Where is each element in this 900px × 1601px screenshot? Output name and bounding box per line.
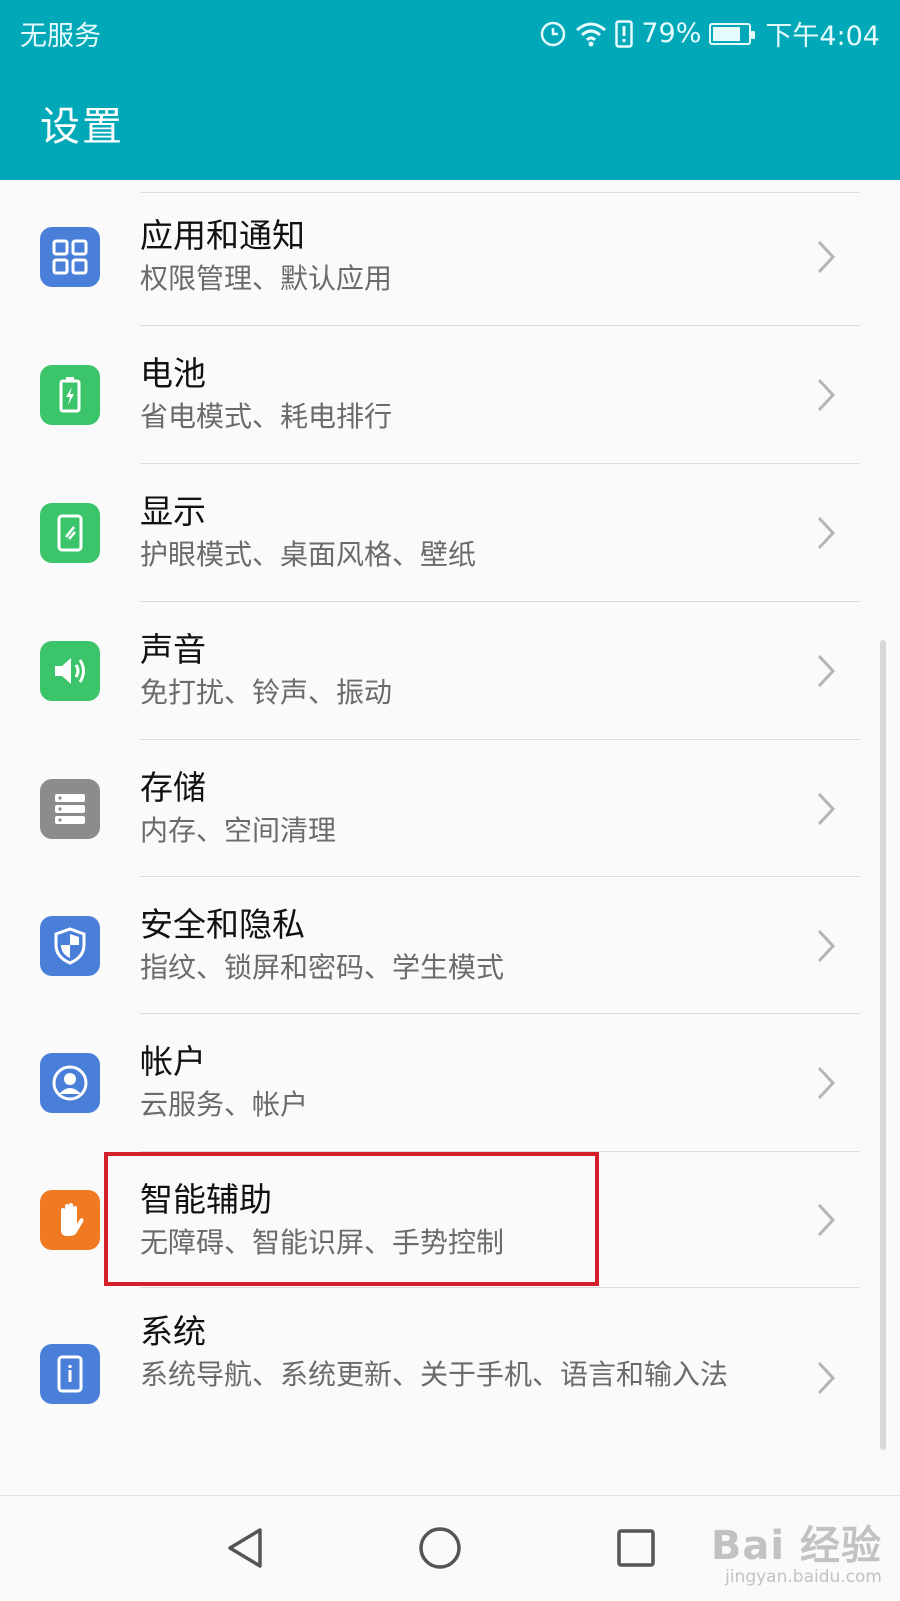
chevron-right-icon — [814, 1200, 838, 1240]
account-icon — [40, 1053, 100, 1113]
settings-item-subtitle: 无障碍、智能识屏、手势控制 — [140, 1226, 505, 1259]
recents-icon[interactable] — [606, 1518, 666, 1578]
settings-item-text: 系统系统导航、系统更新、关于手机、语言和输入法 — [140, 1310, 820, 1396]
settings-item-title: 显示 — [140, 492, 206, 531]
clock: 下午4:04 — [765, 21, 880, 52]
settings-item-title: 应用和通知 — [140, 216, 305, 255]
settings-item[interactable]: 存储 内存、空间清理 — [0, 740, 900, 877]
app-bar: 设置 — [0, 62, 900, 180]
watermark-sub: jingyan.baidu.com — [725, 1567, 882, 1587]
chevron-right-icon — [814, 375, 838, 415]
settings-item-text: 显示护眼模式、桌面风格、壁纸 — [140, 490, 820, 576]
settings-item-subtitle: 系统导航、系统更新、关于手机、语言和输入法 — [140, 1358, 729, 1391]
settings-item-title: 智能辅助 — [140, 1180, 272, 1219]
chevron-right-icon — [814, 513, 838, 553]
settings-item-text: 声音免打扰、铃声、振动 — [140, 628, 820, 714]
alarm-icon — [539, 20, 567, 48]
settings-item-text: 应用和通知权限管理、默认应用 — [140, 214, 820, 300]
status-icons: 79% 下午4:04 — [539, 14, 880, 53]
hand-icon — [40, 1190, 100, 1250]
settings-item-subtitle: 护眼模式、桌面风格、壁纸 — [140, 538, 477, 571]
settings-item-subtitle: 内存、空间清理 — [140, 814, 337, 847]
page-title: 设置 — [40, 104, 124, 150]
settings-item-subtitle: 权限管理、默认应用 — [140, 262, 393, 295]
settings-item-title: 帐户 — [140, 1042, 206, 1081]
status-bar: 无服务 79% 下午4:04 — [0, 0, 900, 62]
settings-item-title: 安全和隐私 — [140, 905, 305, 944]
settings-item-subtitle: 指纹、锁屏和密码、学生模式 — [140, 951, 505, 984]
battery-charging-icon — [40, 365, 100, 425]
settings-item-text: 帐户 云服务、帐户 — [140, 1040, 820, 1126]
back-icon[interactable] — [214, 1518, 274, 1578]
settings-item-text: 智能辅助无障碍、智能识屏、手势控制 — [140, 1178, 820, 1264]
nav-bar: Bai 经验 jingyan.baidu.com — [0, 1495, 900, 1601]
settings-item[interactable]: 智能辅助无障碍、智能识屏、手势控制 — [0, 1152, 900, 1288]
apps-grid-icon — [40, 227, 100, 287]
settings-list[interactable]: 应用和通知权限管理、默认应用电池省电模式、耗电排行显示护眼模式、桌面风格、壁纸声… — [0, 180, 900, 1495]
settings-item[interactable]: 应用和通知权限管理、默认应用 — [0, 188, 900, 326]
battery-icon — [709, 22, 756, 45]
home-icon[interactable] — [410, 1518, 470, 1578]
settings-item-text: 安全和隐私指纹、锁屏和密码、学生模式 — [140, 903, 820, 989]
settings-item-title: 电池 — [140, 354, 206, 393]
alert-icon — [615, 19, 634, 48]
scrollbar[interactable] — [880, 640, 886, 1450]
watermark-main: Bai 经验 — [710, 1523, 882, 1569]
settings-item[interactable]: 声音免打扰、铃声、振动 — [0, 602, 900, 740]
settings-item-title: 声音 — [140, 630, 206, 669]
carrier-label: 无服务 — [20, 21, 101, 52]
settings-item[interactable]: 显示护眼模式、桌面风格、壁纸 — [0, 464, 900, 602]
settings-item-title: 存储 — [140, 768, 206, 807]
chevron-right-icon — [814, 789, 838, 829]
settings-item[interactable]: 电池省电模式、耗电排行 — [0, 326, 900, 464]
settings-item-subtitle: 免打扰、铃声、振动 — [140, 676, 393, 709]
storage-icon — [40, 778, 100, 839]
shield-icon — [40, 915, 100, 976]
chevron-right-icon — [814, 926, 838, 966]
settings-item[interactable]: 系统系统导航、系统更新、关于手机、语言和输入法 — [0, 1288, 900, 1468]
chevron-right-icon — [814, 651, 838, 691]
display-icon — [40, 503, 100, 563]
settings-item[interactable]: 帐户 云服务、帐户 — [0, 1014, 900, 1152]
settings-item-subtitle: 省电模式、耗电排行 — [140, 400, 393, 433]
battery-percent: 79% — [641, 18, 702, 49]
watermark: Bai 经验 jingyan.baidu.com — [711, 1525, 882, 1587]
settings-item-subtitle: 云服务、帐户 — [140, 1088, 309, 1121]
chevron-right-icon — [814, 1063, 838, 1103]
chevron-right-icon — [814, 237, 838, 277]
settings-item-text: 存储 内存、空间清理 — [140, 766, 820, 852]
chevron-right-icon — [814, 1358, 838, 1398]
system-info-icon — [40, 1344, 100, 1404]
settings-item-title: 系统 — [140, 1312, 206, 1351]
settings-item-text: 电池省电模式、耗电排行 — [140, 352, 820, 438]
settings-item[interactable]: 安全和隐私指纹、锁屏和密码、学生模式 — [0, 877, 900, 1014]
speaker-icon — [40, 641, 100, 701]
wifi-icon — [575, 21, 607, 47]
